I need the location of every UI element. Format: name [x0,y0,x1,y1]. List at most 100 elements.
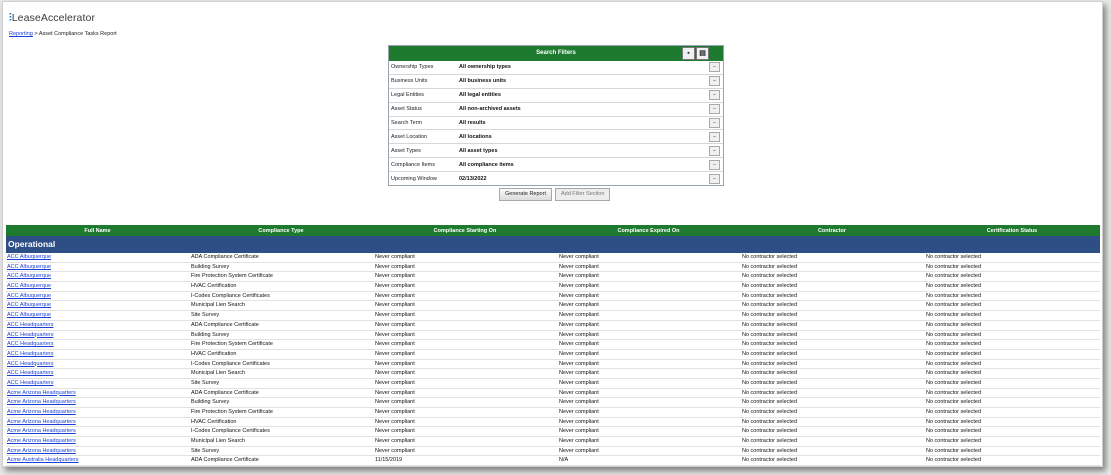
cell-expired-on: Never compliant [559,292,599,299]
table-row: ACC Albuquerque Municipal Lien Search Neve… [6,301,1100,312]
table-row: Acme Arizona Headquarters Site Survey Neve… [6,447,1100,457]
column-header[interactable]: Compliance Type [189,228,373,234]
cell-full-name[interactable]: ACC Headquarters [6,369,189,378]
filter-value[interactable]: All compliance items [459,162,709,168]
cell-full-name[interactable]: Acme Arizona Headquarters [6,389,189,398]
collapse-toggle-icon[interactable]: – [709,131,720,142]
cell-contractor: No contractor selected [742,350,798,357]
cell-compliance-type: Fire Protection System Certificate [191,273,273,280]
cell-full-name[interactable]: Acme Arizona Headquarters [6,437,189,446]
filter-value[interactable]: All non-archived assets [459,106,709,112]
leaseaccelerator-logo[interactable]: ⫶LeaseAccelerator [9,12,95,25]
column-header[interactable]: Certification Status [924,228,1100,234]
cell-contractor: No contractor selected [742,389,798,396]
filter-value[interactable]: All legal entities [459,92,709,98]
filter-row: Legal Entities All legal entities – [389,87,723,102]
collapse-toggle-icon[interactable]: – [709,90,720,101]
breadcrumb: Reporting > Asset Compliance Tasks Repor… [9,31,117,37]
table-row: ACC Headquarters Fire Protection System C… [6,340,1100,350]
cell-full-name[interactable]: Acme Australia Headquarters [6,456,189,465]
cell-full-name[interactable]: Acme Arizona Headquarters [6,427,189,436]
filter-value[interactable]: All asset types [459,148,709,154]
collapse-toggle-icon[interactable]: – [709,104,720,115]
cell-full-name[interactable]: ACC Headquarters [6,321,189,330]
cell-certification-status: No contractor selected [926,360,982,367]
filter-label: Search Term [391,120,423,126]
cell-full-name[interactable]: ACC Albuquerque [6,311,189,320]
filter-value[interactable]: 02/13/2022 [459,176,709,182]
cell-expired-on: Never compliant [559,428,599,435]
cell-full-name[interactable]: Acme Arizona Headquarters [6,447,189,456]
collapse-toggle-icon[interactable]: – [709,173,720,184]
cell-full-name[interactable]: ACC Headquarters [6,331,189,340]
column-header[interactable]: Compliance Expired On [557,228,740,234]
cell-expired-on: Never compliant [559,360,599,367]
cell-starting-on: Never compliant [375,418,415,425]
table-row: Acme Arizona Headquarters Fire Protection… [6,408,1100,418]
table-body: ACC Albuquerque ADA Compliance Certificat… [6,253,1100,467]
column-header[interactable]: Compliance Starting On [373,228,557,234]
column-header[interactable]: Contractor [740,228,924,234]
cell-full-name[interactable]: Acme Arizona Headquarters [6,408,189,417]
table-row: ACC Headquarters Building Survey Never com… [6,331,1100,341]
collapse-toggle-icon[interactable]: – [709,159,720,170]
filter-value[interactable]: All ownership types [459,64,709,70]
cell-expired-on: Never compliant [559,312,599,319]
cell-expired-on: Never compliant [559,273,599,280]
collapse-toggle-icon[interactable]: – [709,145,720,156]
cell-contractor: No contractor selected [742,438,798,445]
collapse-toggle-icon[interactable]: – [709,62,720,73]
cell-full-name[interactable]: ACC Headquarters [6,379,189,388]
cell-full-name[interactable]: Acme Arizona Headquarters [6,418,189,427]
column-header[interactable]: Full Name [6,228,189,234]
cell-expired-on: Never compliant [559,447,599,454]
cell-certification-status: No contractor selected [926,350,982,357]
cell-certification-status: No contractor selected [926,447,982,454]
cell-certification-status: No contractor selected [926,321,982,328]
cell-compliance-type: Building Survey [191,263,230,270]
cell-full-name[interactable]: ACC Albuquerque [6,292,189,301]
cell-full-name[interactable]: ACC Albuquerque [6,253,189,262]
cell-certification-status: No contractor selected [924,466,1100,467]
cell-full-name[interactable]: ACC Headquarters [6,350,189,359]
cell-starting-on: Never compliant [375,389,415,396]
cell-starting-on: Never compliant [375,254,415,260]
cell-full-name[interactable]: ACC Headquarters [6,360,189,369]
generate-report-button[interactable]: Generate Report [499,188,552,201]
collapse-toggle-icon[interactable]: – [709,76,720,87]
cell-compliance-type: Fire Protection System Certificate [191,409,273,415]
cell-full-name[interactable]: ACC Headquarters [6,340,189,349]
filter-value[interactable]: All business units [459,78,709,84]
save-icon[interactable]: ▪ [682,47,695,60]
cell-contractor: No contractor selected [742,254,798,260]
table-row: Acme Arizona Headquarters Municipal Lien … [6,437,1100,447]
cell-full-name[interactable]: ACC Albuquerque [6,263,189,272]
cell-expired-on: Never compliant [559,263,599,270]
cell-full-name[interactable]: ACC Albuquerque [6,301,189,310]
cell-starting-on: Never compliant [375,263,415,270]
table-row: ACC Headquarters ADA Compliance Certifica… [6,321,1100,331]
cell-certification-status: No contractor selected [926,399,982,406]
search-filters-rows: Ownership Types All ownership types – Busin… [389,61,723,185]
search-filters-title: Search Filters [536,50,576,56]
collapse-toggle-icon[interactable]: – [709,118,720,128]
export-icon[interactable]: ▤ [696,47,709,60]
cell-full-name[interactable]: ACC Albuquerque [6,272,189,281]
breadcrumb-link-reporting[interactable]: Reporting [9,31,33,37]
table-row: ACC Albuquerque ADA Compliance Certificat… [6,253,1100,263]
cell-expired-on: Never compliant [559,350,599,357]
table-row: ACC Albuquerque HVAC Certification Never c… [6,282,1100,292]
cell-compliance-type: ADA Compliance Certificate [191,457,259,464]
cell-expired-on: Never compliant [559,254,599,260]
filter-value[interactable]: All results [459,120,709,126]
cell-full-name[interactable]: Acme Arizona Headquarters [6,398,189,407]
cell-expired-on: Never compliant [557,466,740,467]
table-row: ACC Headquarters Site Survey Never complia… [6,379,1100,389]
filter-row: Ownership Types All ownership types – [389,61,723,74]
cell-full-name[interactable]: Acme Australia Headquarters [6,466,189,467]
cell-starting-on: Never compliant [373,466,557,467]
cell-compliance-type: Building Survey [191,399,230,406]
add-filter-section-button[interactable]: Add Filter Section [554,188,611,201]
filter-value[interactable]: All locations [459,134,709,140]
cell-full-name[interactable]: ACC Albuquerque [6,282,189,291]
